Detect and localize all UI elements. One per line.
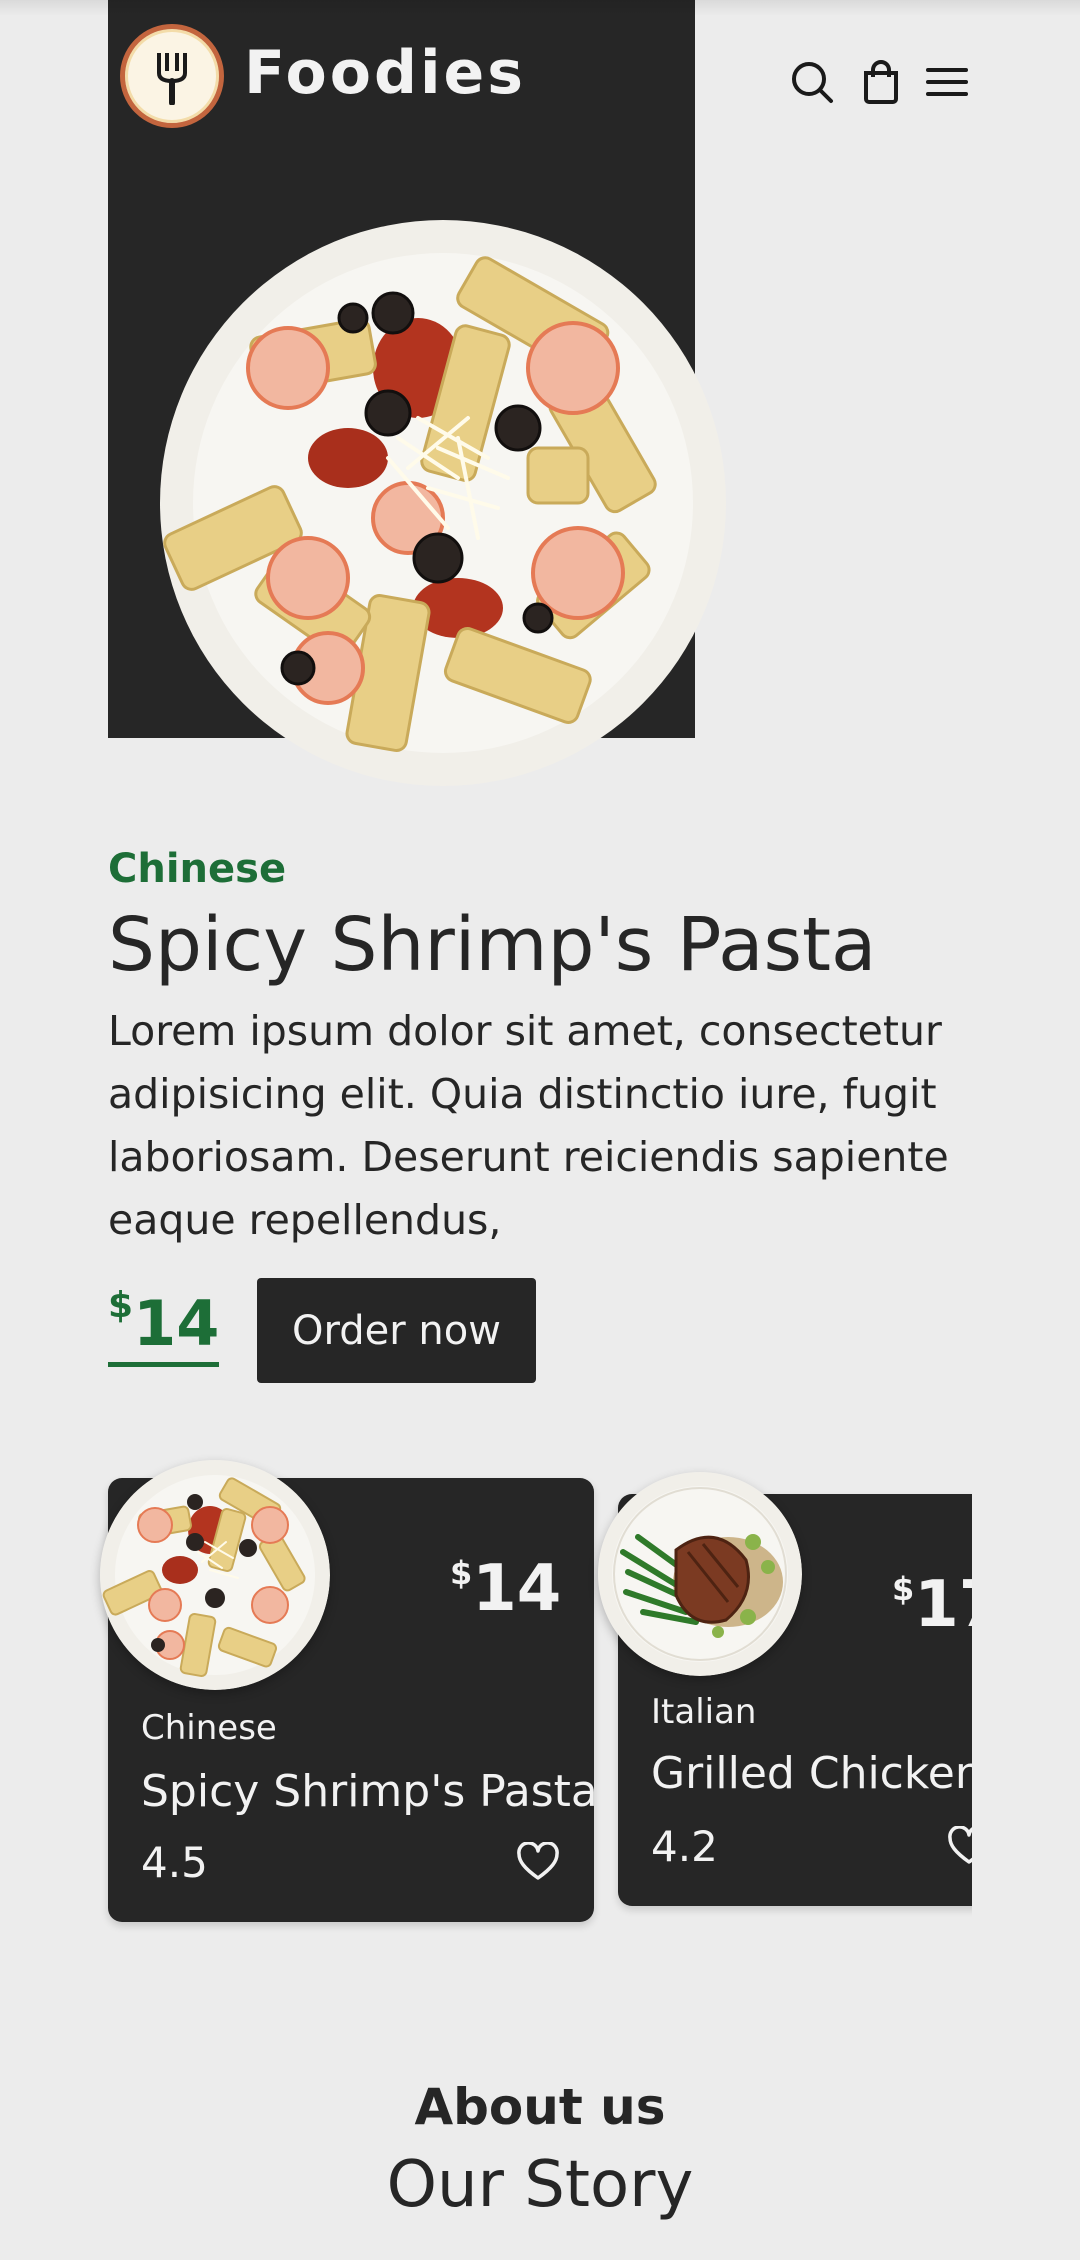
card-dish-image	[100, 1460, 330, 1690]
card-category: Chinese	[141, 1708, 277, 1748]
shopping-bag-icon[interactable]	[862, 60, 900, 104]
hero-price: $14	[108, 1285, 220, 1367]
hero-title: Spicy Shrimp's Pasta	[108, 902, 877, 988]
about-heading: About us	[414, 2078, 666, 2136]
card-rating: 4.2	[651, 1822, 718, 1871]
order-now-button[interactable]: Order now	[257, 1278, 536, 1383]
heart-icon[interactable]	[947, 1826, 972, 1866]
card-price: $14	[450, 1552, 561, 1626]
card-price: $17	[892, 1568, 972, 1642]
card-price-amount: 14	[472, 1552, 562, 1626]
hero-description: Lorem ipsum dolor sit amet, consectetur …	[108, 1007, 949, 1244]
hero-dish-image	[158, 218, 728, 788]
card-rating: 4.5	[141, 1838, 208, 1887]
search-icon[interactable]	[790, 60, 834, 104]
page: Foodies Chinese Spicy Shrimp's Pasta Lor…	[0, 0, 1080, 2260]
card-price-currency: $	[892, 1570, 915, 1608]
card-dish-image	[598, 1472, 802, 1676]
menu-icon[interactable]	[926, 66, 968, 98]
story-heading: Our Story	[386, 2148, 694, 2222]
price-amount: 14	[133, 1287, 220, 1360]
card-title: Spicy Shrimp's Pasta	[141, 1766, 598, 1817]
heart-icon[interactable]	[516, 1842, 560, 1882]
top-shadow	[0, 0, 1080, 16]
hero-category: Chinese	[108, 846, 287, 892]
brand-name[interactable]: Foodies	[244, 38, 526, 108]
card-price-currency: $	[450, 1554, 473, 1592]
card-title: Grilled Chicken	[651, 1748, 972, 1799]
card-price-amount: 17	[914, 1568, 972, 1642]
fork-logo-icon[interactable]	[120, 24, 224, 128]
price-currency: $	[108, 1285, 134, 1326]
card-category: Italian	[651, 1692, 757, 1732]
